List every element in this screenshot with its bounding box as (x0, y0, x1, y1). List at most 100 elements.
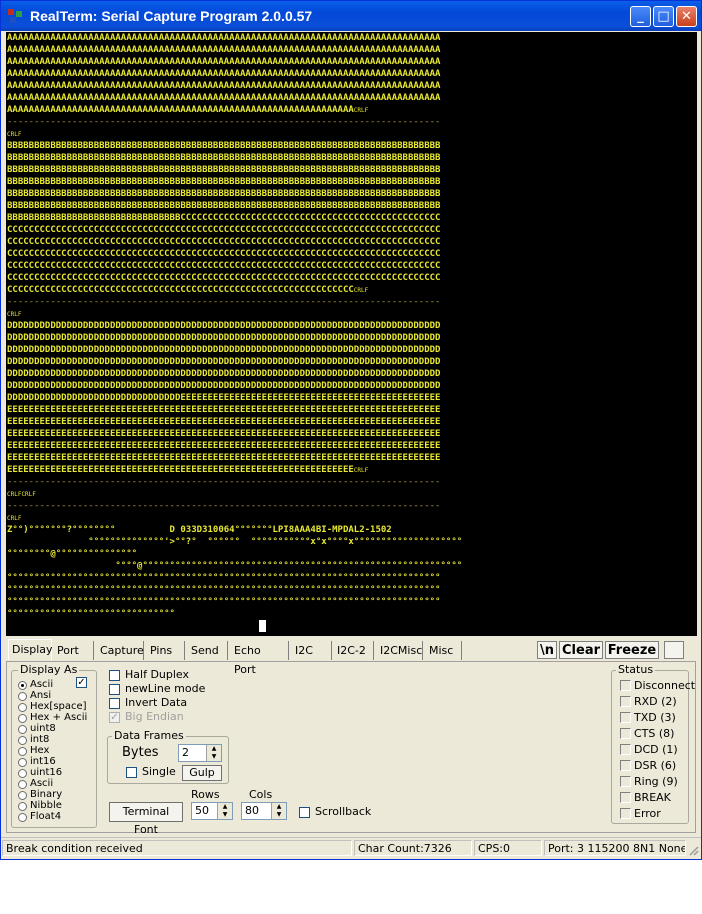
resize-grip-icon[interactable] (687, 844, 699, 856)
terminal-line: DDDDDDDDDDDDDDDDDDDDDDDDDDDDDDDDDDDDDDDD… (7, 344, 462, 356)
invert-data-checkbox[interactable] (109, 698, 120, 709)
terminal-line: CRLFCRLF (7, 488, 462, 500)
status-indicator-label: CTS (8) (634, 727, 675, 740)
bytes-spinner[interactable]: 2 ▲ ▼ (178, 744, 222, 762)
gulp-button[interactable]: Gulp (182, 765, 222, 781)
display-as-radio[interactable] (18, 736, 27, 745)
status-led-icon (620, 792, 631, 803)
terminal-line-text: BBBBBBBBBBBBBBBBBBBBBBBBBBBBBBBBBBBBBBBB… (7, 141, 441, 151)
terminal-line: EEEEEEEEEEEEEEEEEEEEEEEEEEEEEEEEEEEEEEEE… (7, 416, 462, 428)
terminal-line: ----------------------------------------… (7, 476, 462, 488)
tab-misc[interactable]: Misc (426, 641, 462, 660)
terminal-line-text: BBBBBBBBBBBBBBBBBBBBBBBBBBBBBBBBBBBBBBBB… (7, 165, 441, 175)
half-duplex-checkbox[interactable] (109, 670, 120, 681)
status-indicator-label: RXD (2) (634, 695, 677, 708)
spin-up-icon[interactable]: ▲ (207, 745, 221, 753)
terminal-line-text: EEEEEEEEEEEEEEEEEEEEEEEEEEEEEEEEEEEEEEEE… (7, 429, 441, 439)
spin-down-icon[interactable]: ▼ (272, 811, 286, 819)
terminal-line-text: AAAAAAAAAAAAAAAAAAAAAAAAAAAAAAAAAAAAAAAA… (7, 33, 441, 43)
display-as-radio[interactable] (18, 780, 27, 789)
display-as-checkbox[interactable]: ✓ (76, 677, 87, 688)
single-checkbox[interactable] (126, 767, 137, 778)
rows-spin-arrows[interactable]: ▲ ▼ (217, 803, 232, 819)
maximize-button[interactable]: □ (653, 6, 674, 27)
terminal-line: DDDDDDDDDDDDDDDDDDDDDDDDDDDDDDDDDDDDDDDD… (7, 320, 462, 332)
window-title: RealTerm: Serial Capture Program 2.0.0.5… (30, 8, 313, 24)
terminal-line-text: °°°°°°°°°°°°°°'>°°?° °°°°°° °°°°°°°°°°°x… (7, 537, 463, 547)
status-indicator: TXD (3) (620, 711, 676, 724)
status-indicator-label: DSR (6) (634, 759, 677, 772)
title-bar[interactable]: RealTerm: Serial Capture Program 2.0.0.5… (1, 1, 701, 31)
display-as-radio[interactable] (18, 703, 27, 712)
tab-i2cmisc[interactable]: I2CMisc (377, 641, 423, 660)
tab-capture[interactable]: Capture (97, 641, 144, 660)
clear-button[interactable]: Clear (559, 641, 603, 659)
big-endian-checkbox[interactable]: ✓ (109, 712, 120, 723)
terminal-line: AAAAAAAAAAAAAAAAAAAAAAAAAAAAAAAAAAAAAAAA… (7, 68, 462, 80)
minimize-button[interactable]: _ (630, 6, 651, 27)
app-icon (8, 9, 22, 23)
newline-mode-checkbox[interactable] (109, 684, 120, 695)
spin-down-icon[interactable]: ▼ (207, 753, 221, 761)
terminal-line: BBBBBBBBBBBBBBBBBBBBBBBBBBBBBBBBBBBBBBBB… (7, 152, 462, 164)
cols-spinner[interactable]: 80 ▲ ▼ (241, 802, 287, 820)
display-as-radio[interactable] (18, 758, 27, 767)
terminal-line-text: °°°°°°°°°°°°°°°°°°°°°°°°°°°°°°° (7, 609, 175, 619)
terminal-line: CCCCCCCCCCCCCCCCCCCCCCCCCCCCCCCCCCCCCCCC… (7, 272, 462, 284)
display-as-radio[interactable] (18, 747, 27, 756)
display-as-radio[interactable] (18, 692, 27, 701)
display-as-radio[interactable] (18, 714, 27, 723)
tab-send[interactable]: Send (188, 641, 228, 660)
single-label: Single (142, 765, 176, 778)
newline-button[interactable]: \n (537, 641, 557, 659)
cols-spin-arrows[interactable]: ▲ ▼ (271, 803, 286, 819)
close-button[interactable]: ✕ (676, 6, 697, 27)
display-as-radio[interactable] (18, 725, 27, 734)
display-as-option-label: Hex (30, 745, 50, 756)
display-as-radio[interactable] (18, 813, 27, 822)
status-indicator-label: Ring (9) (634, 775, 678, 788)
status-led-icon (620, 808, 631, 819)
display-panel: Display As ✓ Ascii Ansi Hex[space] Hex + As… (6, 661, 696, 836)
terminal-line: EEEEEEEEEEEEEEEEEEEEEEEEEEEEEEEEEEEEEEEE… (7, 464, 462, 476)
terminal-line-text: AAAAAAAAAAAAAAAAAAAAAAAAAAAAAAAAAAAAAAAA… (7, 105, 354, 115)
terminal-line-text: DDDDDDDDDDDDDDDDDDDDDDDDDDDDDDDDEEEEEEEE… (7, 393, 441, 403)
terminal-line-text: DDDDDDDDDDDDDDDDDDDDDDDDDDDDDDDDDDDDDDDD… (7, 333, 441, 343)
tab-port[interactable]: Port (54, 641, 94, 660)
terminal-line: EEEEEEEEEEEEEEEEEEEEEEEEEEEEEEEEEEEEEEEE… (7, 452, 462, 464)
tab-i2c-2[interactable]: I2C-2 (334, 641, 374, 660)
display-as-radio[interactable] (18, 681, 27, 690)
realterm-window: RealTerm: Serial Capture Program 2.0.0.5… (0, 0, 702, 860)
bytes-spin-arrows[interactable]: ▲ ▼ (206, 745, 221, 761)
status-message: Break condition received (2, 840, 352, 856)
display-as-radio[interactable] (18, 769, 27, 778)
crlf-marker: CRLF (7, 311, 22, 318)
terminal-line-text: DDDDDDDDDDDDDDDDDDDDDDDDDDDDDDDDDDDDDDDD… (7, 369, 441, 379)
terminal-output[interactable]: AAAAAAAAAAAAAAAAAAAAAAAAAAAAAAAAAAAAAAAA… (6, 32, 697, 636)
rows-spinner[interactable]: 50 ▲ ▼ (191, 802, 233, 820)
cps-readout: CPS:0 (474, 840, 542, 856)
terminal-line-text: °°°°°°°°@°°°°°°°°°°°°°°° (7, 549, 138, 559)
terminal-line: CCCCCCCCCCCCCCCCCCCCCCCCCCCCCCCCCCCCCCCC… (7, 260, 462, 272)
spin-up-icon[interactable]: ▲ (218, 803, 232, 811)
terminal-line-text: AAAAAAAAAAAAAAAAAAAAAAAAAAAAAAAAAAAAAAAA… (7, 57, 441, 67)
terminal-line: °°°°°°°°°°°°°°°°°°°°°°°°°°°°°°°°°°°°°°°°… (7, 596, 462, 608)
status-indicator-label: Error (634, 807, 661, 820)
spin-down-icon[interactable]: ▼ (218, 811, 232, 819)
terminal-font-button[interactable]: Terminal Font (109, 802, 183, 836)
freeze-button[interactable]: Freeze (605, 641, 659, 659)
spin-up-icon[interactable]: ▲ (272, 803, 286, 811)
status-indicator: DSR (6) (620, 759, 676, 772)
extra-button[interactable] (664, 641, 684, 659)
terminal-line: AAAAAAAAAAAAAAAAAAAAAAAAAAAAAAAAAAAAAAAA… (7, 44, 462, 56)
tab-i2c[interactable]: I2C (292, 641, 332, 660)
tab-pins[interactable]: Pins (147, 641, 185, 660)
rows-value: 50 (195, 804, 209, 817)
display-as-radio[interactable] (18, 802, 27, 811)
data-frames-group: Data Frames Bytes 2 ▲ ▼ Single Gulp (107, 729, 229, 784)
tab-display[interactable]: Display (8, 639, 53, 660)
status-indicator-label: Disconnect (634, 679, 696, 692)
tab-echo-port[interactable]: Echo Port (231, 641, 289, 676)
display-as-radio[interactable] (18, 791, 27, 800)
scrollback-checkbox[interactable] (299, 807, 310, 818)
